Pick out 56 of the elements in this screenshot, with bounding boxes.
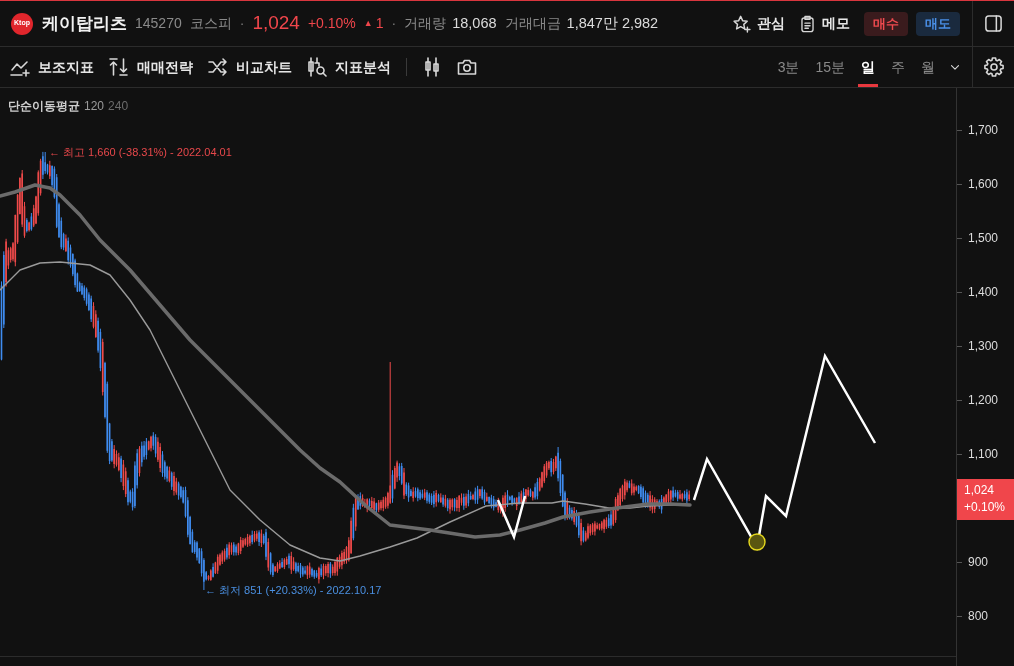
star-icon [733,14,751,33]
interval-tab[interactable]: 월 [918,47,938,87]
price-axis-label: 1,600 [968,176,999,193]
price-axis-label: 800 [968,608,989,625]
settings-button[interactable] [983,57,1004,77]
change-amount: 1 [375,14,384,33]
shuffle-icon [208,57,228,77]
settings-icon [983,57,1004,77]
candle-magnifier-icon [307,57,327,77]
change-arrow: ▲ [363,16,373,30]
legend-title: 단순이동평균 [8,98,80,115]
memo-button[interactable]: 메모 [799,13,850,34]
price-axis-label: 1,100 [968,446,999,463]
interval-tab[interactable]: 일 [858,47,878,87]
indicator-analysis-button[interactable]: 지표분석 [307,56,391,78]
price-axis-label: 900 [968,554,989,571]
legend-series-label: 120 [84,98,105,115]
panel-toggle-button[interactable] [984,14,1003,33]
stat-value: 18,068 [452,13,497,33]
drawn-trend-line[interactable] [496,495,527,541]
market-name: 코스피 [189,14,232,33]
high-price-note: ← 최고 1,660 (-38.31%) - 2022.04.01 [49,146,232,158]
price-axis-label: 1,200 [968,392,999,409]
price-axis-label: 1,500 [968,230,999,247]
clipboard-icon [799,14,816,33]
separator-dot: · [239,14,245,33]
chart-type-button[interactable] [422,57,442,77]
trading-strategy-button[interactable]: 매매전략 [109,56,193,78]
price-axis-label: 1,700 [968,122,999,139]
screenshot-button[interactable] [457,57,477,77]
change-rate: +0.10% [307,14,356,33]
interval-tab[interactable]: 주 [888,47,908,87]
separator-dot: · [391,14,397,33]
price-axis-label: 1,400 [968,284,999,301]
stock-name: 케이탑리츠 [42,12,127,35]
interval-tab[interactable]: 15분 [812,47,848,87]
low-price-note: ← 최저 851 (+20.33%) - 2022.10.17 [205,584,382,596]
stat-value: 1,847만 2,982 [566,13,659,33]
stock-code: 145270 [135,14,182,33]
interval-tab[interactable]: 3분 [774,47,803,87]
panel-toggle-icon [984,14,1003,33]
watchlist-button[interactable]: 관심 [733,13,785,34]
sell-button[interactable]: 매도 [916,11,960,36]
current-price: 1,024 [252,11,300,36]
ring-marker-icon [748,533,766,551]
legend-series-label: 240 [108,98,129,115]
up-down-arrows-icon [109,57,129,77]
stat-label: 거래대금 [504,14,561,33]
stat-label: 거래량 [404,14,447,33]
price-axis-label: 1,300 [968,338,999,355]
buy-button[interactable]: 매수 [864,11,908,36]
compare-chart-button[interactable]: 비교차트 [208,56,292,78]
candlestick-icon [422,57,442,77]
indicators-button[interactable]: 보조지표 [10,56,94,78]
current-price-tag: 1,024 +0.10% [957,479,1014,520]
camera-icon [457,57,477,77]
